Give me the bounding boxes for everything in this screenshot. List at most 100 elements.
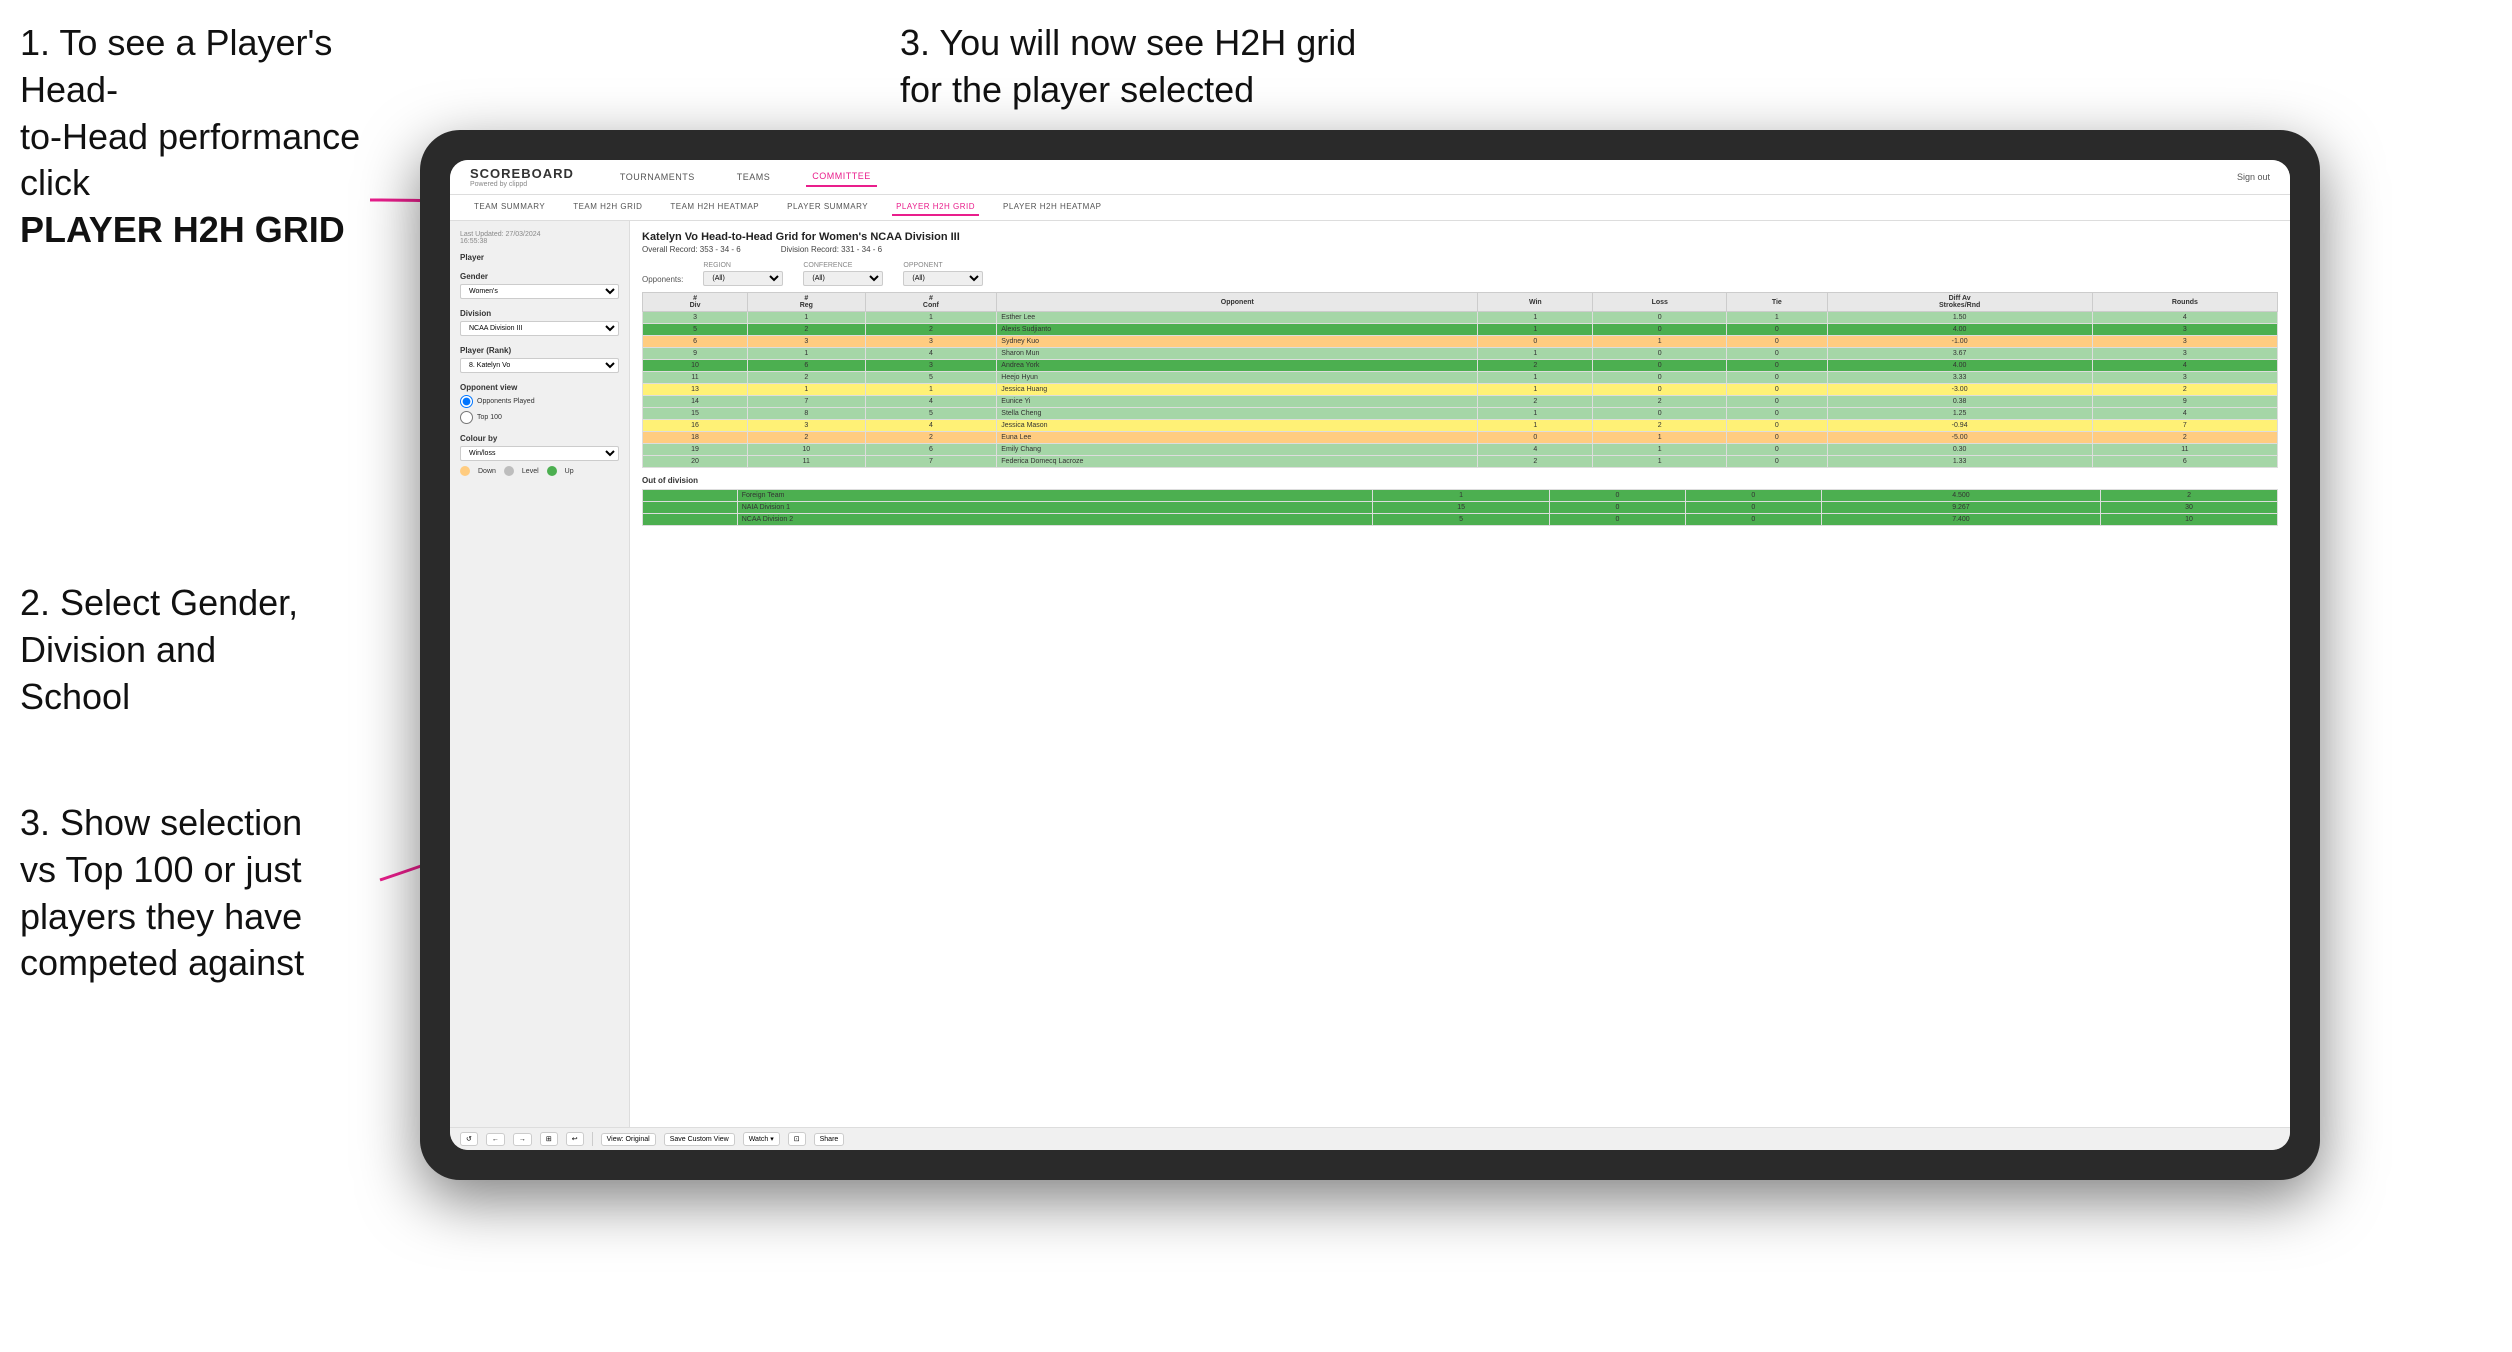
cell-rounds: 3 xyxy=(2092,348,2277,360)
cell-rounds: 3 xyxy=(2092,336,2277,348)
instruction-topleft: 1. To see a Player's Head- to-Head perfo… xyxy=(20,20,440,254)
division-record: Division Record: 331 - 34 - 6 xyxy=(781,245,882,254)
toolbar-grid[interactable]: ⊞ xyxy=(540,1132,558,1146)
toolbar-view-original[interactable]: View: Original xyxy=(601,1133,656,1146)
cell-opponent: Andrea York xyxy=(997,360,1478,372)
player-rank-select[interactable]: 8. Katelyn Vo xyxy=(460,358,619,373)
nav-tournaments[interactable]: TOURNAMENTS xyxy=(614,168,701,186)
cell-diff: 1.33 xyxy=(1827,456,2092,468)
dot-up xyxy=(547,466,557,476)
cell-conf: 7 xyxy=(865,456,997,468)
grid-subtitle: Overall Record: 353 - 34 - 6 Division Re… xyxy=(642,245,2278,254)
toolbar-divider xyxy=(592,1132,593,1146)
bottom-toolbar: ↺ ← → ⊞ ↩ View: Original Save Custom Vie… xyxy=(450,1127,2290,1150)
opponent-view-label: Opponent view xyxy=(460,383,619,392)
gender-select[interactable]: Women's xyxy=(460,284,619,299)
nav-committee[interactable]: COMMITTEE xyxy=(806,167,877,187)
subnav-player-summary[interactable]: PLAYER SUMMARY xyxy=(783,199,872,216)
cell-reg: 11 xyxy=(748,456,865,468)
cell-win: 1 xyxy=(1478,372,1593,384)
logo-area: SCOREBOARD Powered by clippd xyxy=(470,166,574,188)
cell-diff: -3.00 xyxy=(1827,384,2092,396)
cell-win: 2 xyxy=(1478,360,1593,372)
toolbar-replay[interactable]: ↩ xyxy=(566,1132,584,1146)
sidebar-colour-by: Colour by Win/loss Down Level Up xyxy=(460,434,619,476)
nav-teams[interactable]: TEAMS xyxy=(731,168,777,186)
col-loss: Loss xyxy=(1593,293,1727,312)
colour-legend: Down Level Up xyxy=(460,466,619,476)
division-select[interactable]: NCAA Division III xyxy=(460,321,619,336)
toolbar-forward[interactable]: → xyxy=(513,1133,532,1146)
cell-win: 1 xyxy=(1478,408,1593,420)
toolbar-watch[interactable]: Watch ▾ xyxy=(743,1132,780,1146)
colour-by-select[interactable]: Win/loss xyxy=(460,446,619,461)
cell-opponent: Sydney Kuo xyxy=(997,336,1478,348)
cell-win: 0 xyxy=(1478,432,1593,444)
table-row: NCAA Division 2 5 0 0 7.400 10 xyxy=(643,514,2278,526)
table-row: 10 6 3 Andrea York 2 0 0 4.00 4 xyxy=(643,360,2278,372)
filter-region-select[interactable]: (All) xyxy=(703,271,783,286)
radio-opponents-played[interactable]: Opponents Played xyxy=(460,395,619,408)
subnav-player-h2h-heatmap[interactable]: PLAYER H2H HEATMAP xyxy=(999,199,1106,216)
cell-rounds: 3 xyxy=(2092,324,2277,336)
cell-div: 14 xyxy=(643,396,748,408)
filter-opp-select[interactable]: (All) xyxy=(903,271,983,286)
cell-win: 2 xyxy=(1478,456,1593,468)
tablet-screen: SCOREBOARD Powered by clippd TOURNAMENTS… xyxy=(450,160,2290,1150)
cell-tie: 0 xyxy=(1727,420,1827,432)
cell-diff: 3.33 xyxy=(1827,372,2092,384)
logo-sub: Powered by clippd xyxy=(470,181,574,188)
grid-area: Katelyn Vo Head-to-Head Grid for Women's… xyxy=(630,221,2290,1127)
subnav-team-h2h-heatmap[interactable]: TEAM H2H HEATMAP xyxy=(666,199,763,216)
cell-div: 15 xyxy=(643,408,748,420)
nav-right: Sign out xyxy=(2237,172,2270,182)
cell-diff: 9.267 xyxy=(1821,502,2100,514)
instruction-text-1: 1. To see a Player's Head- xyxy=(20,22,332,110)
cell-rounds: 11 xyxy=(2092,444,2277,456)
cell-win: 4 xyxy=(1478,444,1593,456)
cell-reg: 3 xyxy=(748,420,865,432)
cell-win: 5 xyxy=(1373,514,1550,526)
filter-conf-label: Conference xyxy=(803,262,883,269)
filter-conf-select[interactable]: (All) xyxy=(803,271,883,286)
cell-conf: 1 xyxy=(865,384,997,396)
subnav-team-summary[interactable]: TEAM SUMMARY xyxy=(470,199,549,216)
cell-tie: 0 xyxy=(1727,336,1827,348)
cell-rounds: 2 xyxy=(2101,490,2278,502)
cell-reg: 2 xyxy=(748,372,865,384)
cell-loss: 1 xyxy=(1593,444,1727,456)
instruction-text-2: to-Head performance click xyxy=(20,116,360,204)
cell-diff: -1.00 xyxy=(1827,336,2092,348)
cell-loss: 0 xyxy=(1550,514,1686,526)
filter-region-label: Region xyxy=(703,262,783,269)
toolbar-back[interactable]: ← xyxy=(486,1133,505,1146)
radio-top100[interactable]: Top 100 xyxy=(460,411,619,424)
sidebar-gender-label: Gender xyxy=(460,272,619,281)
cell-loss: 0 xyxy=(1593,348,1727,360)
subnav-team-h2h-grid[interactable]: TEAM H2H GRID xyxy=(569,199,646,216)
cell-conf: 4 xyxy=(865,396,997,408)
cell-diff: 1.25 xyxy=(1827,408,2092,420)
cell-conf: 3 xyxy=(865,360,997,372)
sign-out-link[interactable]: Sign out xyxy=(2237,172,2270,182)
col-diff: Diff AvStrokes/Rnd xyxy=(1827,293,2092,312)
out-of-div-table: Foreign Team 1 0 0 4.500 2 NAIA Division… xyxy=(642,489,2278,526)
cell-tie: 1 xyxy=(1727,312,1827,324)
instruction-bold: PLAYER H2H GRID xyxy=(20,209,345,250)
toolbar-share[interactable]: Share xyxy=(814,1133,845,1146)
table-row: 15 8 5 Stella Cheng 1 0 0 1.25 4 xyxy=(643,408,2278,420)
toolbar-layout[interactable]: ⊡ xyxy=(788,1132,806,1146)
cell-foreign-label: NAIA Division 1 xyxy=(737,502,1372,514)
opponent-radio-group: Opponents Played Top 100 xyxy=(460,395,619,424)
toolbar-undo[interactable]: ↺ xyxy=(460,1132,478,1146)
cell-loss: 1 xyxy=(1593,336,1727,348)
cell-win: 2 xyxy=(1478,396,1593,408)
cell-rounds: 4 xyxy=(2092,360,2277,372)
subnav-player-h2h-grid[interactable]: PLAYER H2H GRID xyxy=(892,199,979,216)
cell-diff: 4.500 xyxy=(1821,490,2100,502)
cell-tie: 0 xyxy=(1727,384,1827,396)
cell-rounds: 6 xyxy=(2092,456,2277,468)
cell-reg: 2 xyxy=(748,432,865,444)
table-row: 11 2 5 Heejo Hyun 1 0 0 3.33 3 xyxy=(643,372,2278,384)
toolbar-save-custom[interactable]: Save Custom View xyxy=(664,1133,735,1146)
